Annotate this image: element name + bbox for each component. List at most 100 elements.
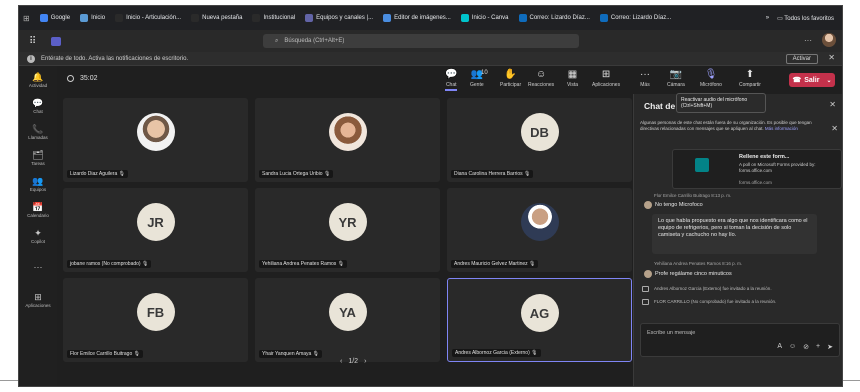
chat-label: Chat — [445, 82, 457, 88]
bookmark-label: Correo: Lizardo Díaz... — [529, 15, 590, 21]
tb-raise-hand-button[interactable]: ✋ Participar — [500, 70, 521, 89]
timer-value: 35:02 — [80, 75, 98, 82]
chevron-down-icon[interactable]: ⌄ — [826, 77, 831, 84]
forms-card-desc: A poll on Microsoft Forms provided by: f… — [739, 162, 816, 173]
participant-tile[interactable]: YA Yhair Yanquen Amaya 🎙 — [255, 278, 440, 362]
participant-name-text: Andres Albornoz Garcia (Externo) — [455, 350, 530, 356]
participant-name-text: Yehiliana Andrea Penates Ramos — [262, 261, 337, 267]
bookmark-item[interactable]: Institucional — [252, 14, 295, 22]
participant-name-text: Flor Emilce Carrillo Buitrago — [70, 351, 133, 357]
rail-item[interactable]: 📅 Calendario — [27, 202, 49, 224]
meeting-invite-icon — [642, 286, 649, 292]
learn-more-link[interactable]: Más información — [765, 126, 798, 131]
attach-icon[interactable]: ⊘ — [803, 343, 809, 351]
bookmark-item[interactable]: Nueva pestaña — [191, 14, 242, 22]
bookmark-favicon-icon — [191, 14, 200, 22]
rail-icon: ⊞ — [34, 292, 42, 302]
page-indicator: 1/2 — [348, 358, 359, 365]
tb-apps-button[interactable]: ⊞ Aplicaciones — [592, 70, 620, 89]
participant-tile[interactable]: Andres Mauricio Gelvez Martinez 🎙 — [447, 188, 632, 272]
bookmark-item[interactable]: Correo: Lizardo Díaz... — [599, 14, 671, 22]
microphone-label: Micrófono — [700, 82, 722, 88]
rail-item[interactable]: 📞 Llamadas — [28, 124, 48, 146]
participant-tile[interactable]: DB Diana Carolina Herrera Barrios 🎙 — [447, 98, 632, 182]
tb-microphone-button[interactable]: 🎙 Micrófono — [700, 70, 722, 89]
message-compose-box[interactable]: Escribe un mensaje A ☺ ⊘ + ➤ — [640, 323, 840, 357]
share-icon: ⬆ — [745, 69, 755, 80]
next-page-button[interactable]: › — [364, 358, 366, 365]
rail-icon: ··· — [33, 262, 43, 272]
close-chat-button[interactable]: ✕ — [829, 100, 836, 109]
leave-button[interactable]: ☎ Salir ⌄ — [789, 73, 835, 87]
tb-people-button[interactable]: 👥 10 Gente — [470, 70, 488, 89]
share-label: Compartir — [739, 82, 761, 88]
close-icon[interactable]: ✕ — [828, 53, 835, 62]
rail-item[interactable]: 👥 Equipos — [30, 176, 46, 198]
rail-icon: 💬 — [32, 98, 44, 108]
system-message: Andres Albornoz Garcia (Externo) fue inv… — [642, 286, 772, 292]
participant-name-text: Yhair Yanquen Amaya — [262, 351, 312, 357]
format-icon[interactable]: A — [777, 343, 782, 351]
forms-card[interactable]: Rellene este form... A poll on Microsoft… — [672, 149, 842, 189]
rail-item[interactable]: 🔔 Actividad — [29, 72, 47, 94]
rail-label: Actividad — [28, 83, 48, 88]
tb-view-button[interactable]: ▦ Vista — [567, 70, 578, 89]
all-bookmarks-folder[interactable]: ▭ Todos los favoritos — [777, 15, 834, 22]
tb-more-button[interactable]: ··· Más — [640, 69, 650, 89]
tb-chat-button[interactable]: 💬 Chat — [445, 69, 458, 91]
participant-tile[interactable]: Sandra Lucia Ortega Uribio 🎙 — [255, 98, 440, 182]
meeting-chat-panel: Chat de reunió ✕ Algunas personas de est… — [633, 94, 842, 386]
mic-muted-icon: 🎙 — [336, 261, 345, 267]
bookmark-item[interactable]: Inicio - Canva — [460, 14, 509, 22]
avatar: JR — [136, 203, 175, 241]
bookmark-item[interactable]: Inicio - Articulación... — [115, 14, 181, 22]
avatar: YA — [328, 293, 367, 331]
rail-item[interactable]: ··· — [34, 262, 43, 284]
bookmark-item[interactable]: Editor de imágenes... — [383, 14, 451, 22]
tb-reactions-button[interactable]: ☺ Reacciones — [528, 70, 554, 89]
bookmark-item[interactable]: Google — [39, 14, 70, 22]
prev-page-button[interactable]: ‹ — [340, 358, 342, 365]
tb-share-button[interactable]: ⬆ Compartir — [739, 69, 761, 89]
participant-tile[interactable]: Lizardo Diaz Aguilera 🎙 — [63, 98, 248, 182]
chat-icon: 💬 — [445, 69, 458, 80]
avatar[interactable] — [822, 33, 836, 47]
rail-item[interactable]: ⊞ Aplicaciones — [25, 292, 50, 314]
camera-label: Cámara — [667, 82, 685, 88]
bookmark-item[interactable]: Correo: Lizardo Díaz... — [518, 14, 590, 22]
add-icon[interactable]: + — [816, 343, 820, 351]
activate-notifications-button[interactable]: Activar — [785, 54, 818, 64]
more-options-icon[interactable]: ··· — [804, 36, 812, 45]
participant-name: Andres Albornoz Garcia (Externo) 🎙 — [452, 349, 541, 357]
bookmarks-more[interactable]: » — [766, 15, 769, 21]
more-label: Más — [640, 82, 650, 88]
rail-item[interactable]: 🗂 Tareas — [31, 150, 45, 172]
bookmark-favicon-icon — [252, 14, 261, 22]
bookmark-favicon-icon — [383, 14, 392, 22]
app-launcher-icon[interactable]: ⠿ — [29, 36, 36, 47]
participant-tile[interactable]: JR jobane ramos (No comprobado) 🎙 — [63, 188, 248, 272]
chat-message: No tengo Microfoco — [644, 201, 703, 209]
more-icon: ··· — [640, 69, 650, 80]
participant-name: Flor Emilce Carrillo Buitrago 🎙 — [67, 350, 143, 358]
compose-placeholder: Escribe un mensaje — [647, 330, 696, 336]
rail-item[interactable]: 💬 Chat — [32, 98, 43, 120]
apps-grid-icon[interactable]: ⊞ — [23, 14, 30, 23]
bookmark-item[interactable]: Inicio — [80, 14, 105, 22]
bookmark-label: Inicio - Articulación... — [126, 15, 182, 21]
rail-label: Chat — [33, 109, 43, 114]
bookmark-item[interactable]: Equipos y canales |... — [305, 14, 373, 22]
send-icon[interactable]: ➤ — [827, 343, 833, 351]
close-icon[interactable]: ✕ — [831, 125, 838, 133]
tb-camera-button[interactable]: 📷 Cámara — [667, 70, 685, 89]
search-input[interactable]: ⌕ Búsqueda (Ctrl+Alt+E) — [263, 34, 579, 48]
rail-icon: 🗂 — [32, 150, 44, 160]
participant-tile[interactable]: AG Andres Albornoz Garcia (Externo) 🎙 — [447, 278, 632, 362]
participant-tile[interactable]: FB Flor Emilce Carrillo Buitrago 🎙 — [63, 278, 248, 362]
rail-label: Aplicaciones — [25, 303, 51, 308]
participant-name: Andres Mauricio Gelvez Martinez 🎙 — [451, 260, 539, 268]
emoji-icon[interactable]: ☺ — [789, 343, 796, 351]
participant-tile[interactable]: YR Yehiliana Andrea Penates Ramos 🎙 — [255, 188, 440, 272]
rail-item[interactable]: ✦ Copilot — [31, 228, 45, 250]
bookmark-label: Nueva pestaña — [202, 15, 243, 21]
